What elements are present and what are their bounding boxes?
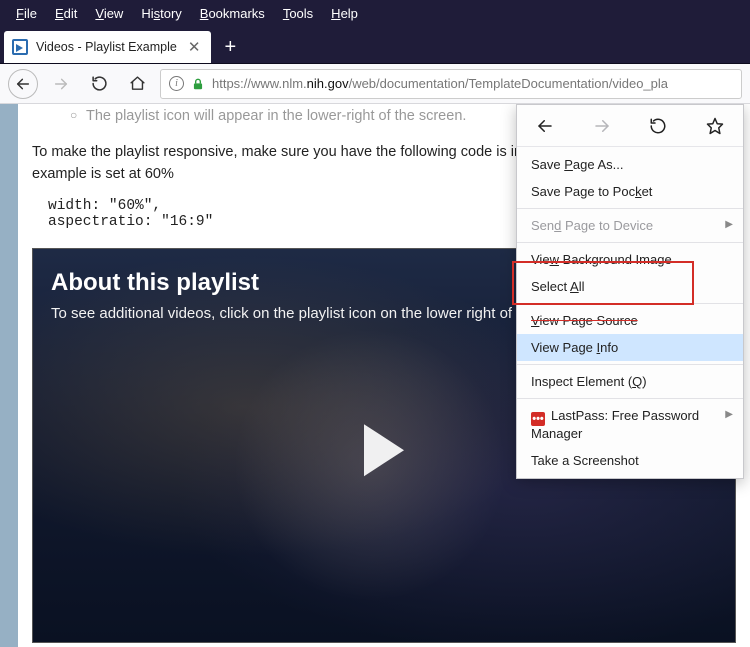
menu-history[interactable]: History — [133, 3, 189, 24]
context-item-9[interactable]: View Page Info — [517, 334, 743, 361]
url-bar[interactable]: i https://www.nlm.nih.gov/web/documentat… — [160, 69, 742, 99]
video-title: About this playlist — [51, 269, 259, 297]
menu-bar: File Edit View History Bookmarks Tools H… — [0, 0, 750, 26]
context-item-1[interactable]: Save Page to Pocket — [517, 178, 743, 205]
arrow-left-icon — [536, 117, 554, 135]
context-item-6[interactable]: Select All — [517, 273, 743, 300]
ctx-back-button[interactable] — [525, 108, 565, 144]
left-gutter — [0, 104, 18, 647]
home-icon — [129, 75, 146, 92]
play-icon[interactable] — [364, 424, 404, 476]
menu-tools[interactable]: Tools — [275, 3, 321, 24]
chevron-right-icon: ▶ — [725, 409, 733, 420]
menu-bookmarks[interactable]: Bookmarks — [192, 3, 273, 24]
lastpass-icon: ••• — [531, 412, 545, 426]
play-favicon-icon — [12, 39, 28, 55]
url-text: https://www.nlm.nih.gov/web/documentatio… — [212, 76, 668, 91]
context-item-0[interactable]: Save Page As... — [517, 151, 743, 178]
menu-edit[interactable]: Edit — [47, 3, 85, 24]
reload-icon — [649, 117, 667, 135]
context-menu: Save Page As...Save Page to Pocket Send P… — [516, 104, 744, 479]
context-item-5[interactable]: View Background Image — [517, 246, 743, 273]
chevron-right-icon: ▶ — [725, 219, 733, 230]
context-separator — [517, 303, 743, 304]
reload-icon — [91, 75, 108, 92]
back-button[interactable] — [8, 69, 38, 99]
context-menu-list: Save Page As...Save Page to Pocket Send P… — [517, 147, 743, 478]
context-nav-row — [517, 105, 743, 147]
reload-button[interactable] — [84, 69, 114, 99]
page-viewport: The playlist icon will appear in the low… — [0, 104, 750, 647]
context-separator — [517, 242, 743, 243]
context-item-8[interactable]: View Page Source — [517, 307, 743, 334]
context-item-3: Send Page to Device▶ — [517, 212, 743, 239]
tab-strip: Videos - Playlist Example ✕ + — [0, 26, 750, 64]
arrow-left-icon — [15, 76, 31, 92]
context-separator — [517, 364, 743, 365]
arrow-right-icon — [593, 117, 611, 135]
site-info-icon[interactable]: i — [169, 76, 184, 91]
ctx-reload-button[interactable] — [638, 108, 678, 144]
star-icon — [706, 117, 724, 135]
menu-view[interactable]: View — [87, 3, 131, 24]
new-tab-button[interactable]: + — [217, 34, 243, 60]
arrow-right-icon — [53, 76, 69, 92]
lock-icon — [191, 77, 205, 91]
browser-tab[interactable]: Videos - Playlist Example ✕ — [4, 31, 211, 63]
menu-help[interactable]: Help — [323, 3, 366, 24]
context-item-11[interactable]: Inspect Element (Q) — [517, 368, 743, 395]
nav-toolbar: i https://www.nlm.nih.gov/web/documentat… — [0, 64, 750, 104]
context-separator — [517, 208, 743, 209]
context-item-13[interactable]: •••LastPass: Free Password Manager▶ — [517, 402, 743, 447]
context-separator — [517, 398, 743, 399]
ctx-forward-button[interactable] — [582, 108, 622, 144]
context-item-14[interactable]: Take a Screenshot — [517, 447, 743, 474]
menu-file[interactable]: File — [8, 3, 45, 24]
forward-button[interactable] — [46, 69, 76, 99]
tab-title: Videos - Playlist Example — [36, 40, 177, 54]
video-subtitle: To see additional videos, click on the p… — [51, 305, 512, 322]
ctx-bookmark-button[interactable] — [695, 108, 735, 144]
close-tab-button[interactable]: ✕ — [185, 40, 204, 55]
home-button[interactable] — [122, 69, 152, 99]
